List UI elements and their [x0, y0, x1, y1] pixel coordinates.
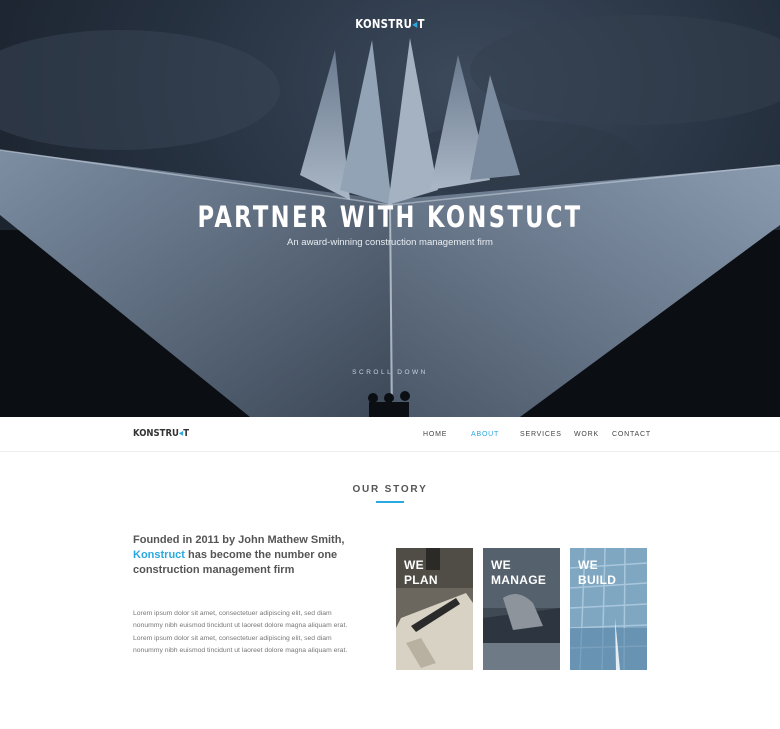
- nav-item-home[interactable]: HOME: [423, 431, 447, 438]
- logo-text: KONSTRU: [355, 17, 413, 31]
- hero-subtitle: An award-winning construction management…: [287, 237, 493, 248]
- nav-item-services[interactable]: SERVICES: [520, 431, 562, 438]
- section-title: OUR STORY: [352, 484, 428, 495]
- story-headline: Founded in 2011 by John Mathew Smith, Ko…: [133, 533, 358, 578]
- story-body-text: Lorem ipsum dolor sit amet, consectetuer…: [133, 610, 348, 655]
- service-card-build[interactable]: WE BUILD: [570, 548, 647, 670]
- card-label: WE MANAGE: [491, 558, 546, 588]
- card-label-line1: WE: [404, 558, 424, 572]
- logo-text-end: T: [417, 17, 425, 31]
- main-navbar: KONSTRU◂T HOME ABOUT SERVICES WORK CONTA…: [0, 417, 780, 452]
- nav-item-contact[interactable]: CONTACT: [612, 431, 651, 438]
- nav-item-about[interactable]: ABOUT: [471, 431, 499, 438]
- card-label: WE PLAN: [404, 558, 438, 588]
- service-card-plan[interactable]: WE PLAN: [396, 548, 473, 670]
- card-label: WE BUILD: [578, 558, 616, 588]
- hero-section: KONSTRU◂T PARTNER WITH KONSTUCT An award…: [0, 0, 780, 417]
- service-card-manage[interactable]: WE MANAGE: [483, 548, 560, 670]
- hero-logo[interactable]: KONSTRU◂T: [59, 17, 722, 31]
- card-label-line1: WE: [491, 558, 511, 572]
- card-label-line1: WE: [578, 558, 598, 572]
- logo-text: KONSTRU: [133, 428, 179, 439]
- headline-text: Founded in 2011 by John Mathew Smith,: [133, 534, 345, 546]
- nav-item-work[interactable]: WORK: [574, 431, 599, 438]
- logo-text-end: T: [183, 428, 189, 439]
- card-label-line2: MANAGE: [491, 573, 547, 587]
- scroll-down-link[interactable]: SCROLL DOWN: [0, 369, 780, 376]
- brand-name: Konstruct: [133, 549, 185, 561]
- hero-title: PARTNER WITH KONSTUCT: [197, 200, 583, 234]
- card-label-line2: PLAN: [404, 573, 438, 587]
- nav-logo[interactable]: KONSTRU◂T: [133, 428, 189, 439]
- card-label-line2: BUILD: [578, 573, 617, 587]
- title-underline: [376, 501, 404, 503]
